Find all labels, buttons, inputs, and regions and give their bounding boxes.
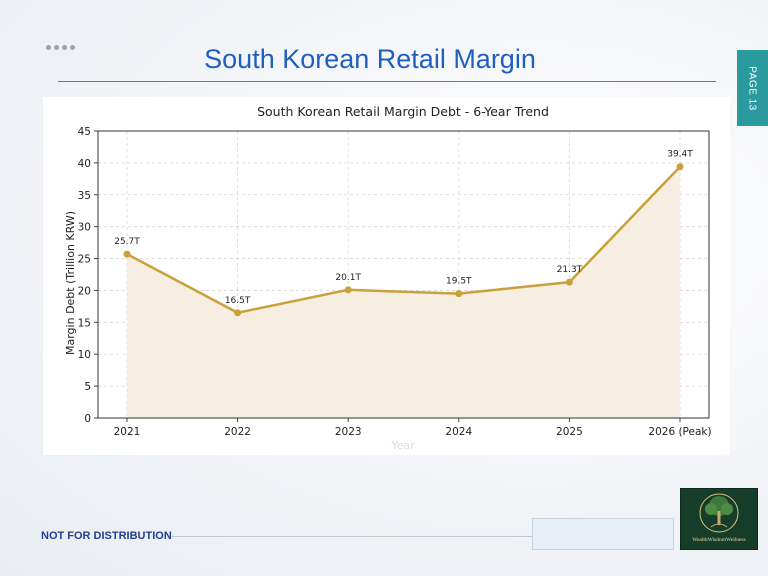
y-tick-label: 45 <box>78 126 91 138</box>
data-point <box>565 278 573 286</box>
logo-text: WealthWisdomWellness <box>692 537 746 543</box>
footer-divider <box>172 536 532 537</box>
chart-title: South Korean Retail Margin Debt - 6-Year… <box>257 104 549 119</box>
footer-label: NOT FOR DISTRIBUTION <box>41 530 172 542</box>
y-tick-label: 10 <box>78 349 91 361</box>
brand-logo: WealthWisdomWellness <box>680 488 758 550</box>
data-label: 19.5T <box>446 277 472 287</box>
x-tick-label: 2022 <box>224 426 251 438</box>
tree-icon <box>699 493 739 533</box>
x-tick-label: 2023 <box>335 426 362 438</box>
chart-panel: 0 5 10 15 20 25 30 35 40 45 2021 2022 2023 2024 2025 20… <box>43 97 730 455</box>
y-tick-label: 25 <box>78 254 91 266</box>
y-tick-label: 15 <box>78 317 91 329</box>
data-label: 21.3T <box>557 265 583 275</box>
title-divider <box>58 81 716 82</box>
data-point <box>344 286 352 294</box>
data-point <box>123 250 131 258</box>
footer-box <box>532 518 674 550</box>
y-tick-label: 30 <box>78 222 91 234</box>
x-tick-label: 2025 <box>556 426 583 438</box>
data-point <box>676 163 684 171</box>
page-number: PAGE 13 <box>747 65 759 111</box>
y-tick-label: 20 <box>78 285 91 297</box>
x-tick-label: 2021 <box>114 426 141 438</box>
page-tab: PAGE 13 <box>737 50 768 126</box>
y-tick-label: 5 <box>84 381 91 393</box>
x-tick-label: 2026 (Peak) <box>648 426 711 438</box>
data-point <box>234 309 242 317</box>
x-tick-label: 2024 <box>445 426 472 438</box>
slide-title: South Korean Retail Margin <box>204 44 536 74</box>
y-tick-label: 35 <box>78 190 91 202</box>
y-axis-label: Margin Debt (Trillion KRW) <box>64 211 77 355</box>
data-label: 39.4T <box>667 150 693 160</box>
data-label: 16.5T <box>225 296 251 306</box>
data-label: 25.7T <box>114 237 140 247</box>
margin-debt-line-chart: 0510152025303540452021 2022 2023 2024 2025 20… <box>64 104 712 452</box>
y-tick-label: 40 <box>78 158 91 170</box>
y-tick-label: 0 <box>84 413 91 425</box>
data-label: 20.1T <box>335 273 361 283</box>
x-axis-label: Year <box>390 439 415 452</box>
data-point <box>455 290 463 298</box>
